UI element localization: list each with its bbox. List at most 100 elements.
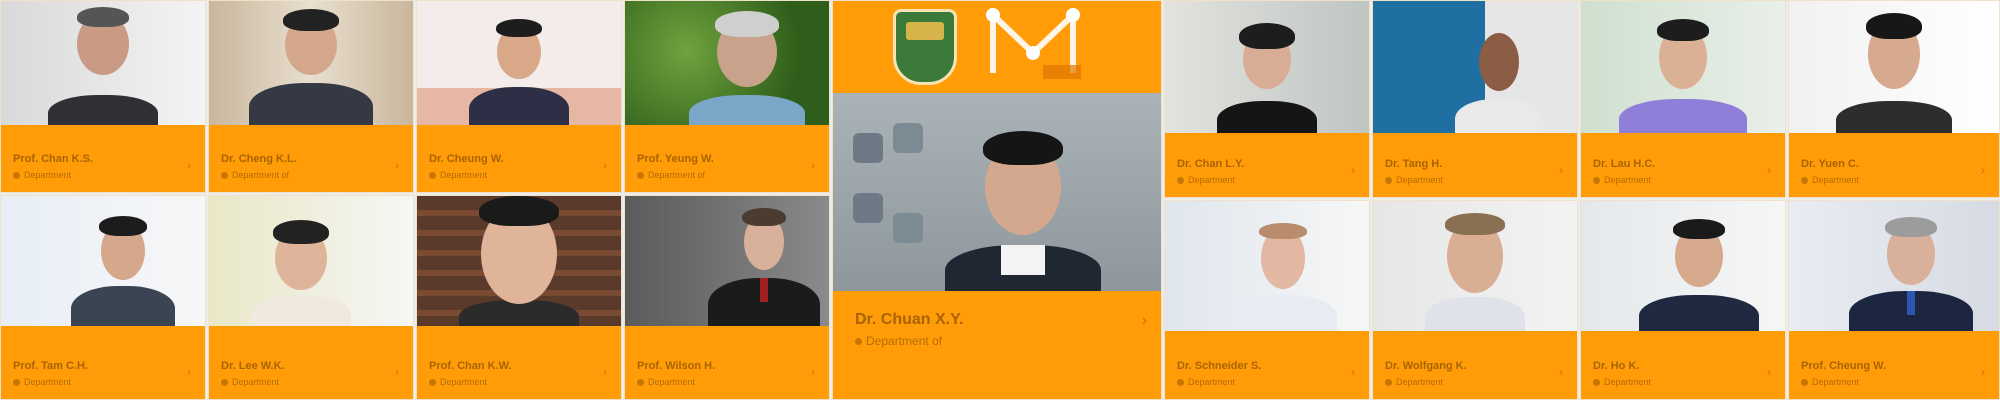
- faculty-department: Department: [1177, 174, 1357, 187]
- card-info: Prof. Tam C.H. Department ›: [1, 349, 205, 399]
- chevron-right-icon: ›: [1141, 312, 1147, 329]
- faculty-photo: [1, 196, 205, 326]
- location-icon: [429, 379, 436, 387]
- chevron-right-icon: ›: [1351, 365, 1355, 379]
- location-icon: [637, 172, 644, 180]
- chevron-right-icon: ›: [1981, 163, 1985, 177]
- chevron-right-icon: ›: [395, 158, 399, 172]
- card-info: Dr. Lau H.C. Department ›: [1581, 147, 1785, 197]
- faculty-department: Department: [429, 169, 609, 182]
- featured-faculty-card[interactable]: Dr. Chuan X.Y. Department of ›: [832, 0, 1162, 400]
- faculty-card[interactable]: Prof. Cheung W. Department ›: [1788, 200, 2000, 400]
- faculty-card[interactable]: Dr. Ho K. Department ›: [1580, 200, 1786, 400]
- location-icon: [1385, 379, 1392, 387]
- card-info: Prof. Chan K.W. Department ›: [417, 349, 621, 399]
- location-icon: [637, 379, 644, 387]
- faculty-department: Department: [1385, 174, 1565, 187]
- faculty-department: Department: [221, 376, 401, 389]
- faculty-card[interactable]: Dr. Chan L.Y. Department ›: [1164, 0, 1370, 198]
- location-icon: [13, 379, 20, 387]
- chevron-right-icon: ›: [187, 158, 191, 172]
- faculty-name: Dr. Chan L.Y.: [1177, 158, 1245, 170]
- faculty-card[interactable]: Prof. Yeung W. Department of ›: [624, 0, 830, 193]
- card-info: Dr. Yuen C. Department ›: [1789, 147, 1999, 197]
- faculty-card[interactable]: Prof. Tam C.H. Department ›: [0, 195, 206, 400]
- faculty-photo: [1373, 201, 1577, 331]
- location-icon: [1177, 177, 1184, 185]
- faculty-card[interactable]: Dr. Lau H.C. Department ›: [1580, 0, 1786, 198]
- faculty-department: Department: [1177, 376, 1357, 389]
- faculty-photo: [625, 196, 829, 326]
- location-icon: [1385, 177, 1392, 185]
- faculty-card[interactable]: Dr. Cheng K.L. Department of ›: [208, 0, 414, 193]
- card-info: Dr. Cheng K.L. Department of ›: [209, 142, 413, 192]
- faculty-name: Dr. Chuan X.Y.: [855, 311, 964, 328]
- location-icon: [1593, 379, 1600, 387]
- chevron-right-icon: ›: [1559, 163, 1563, 177]
- location-icon: [221, 172, 228, 180]
- faculty-card[interactable]: Prof. Wilson H. Department ›: [624, 195, 830, 400]
- faculty-photo: [1373, 1, 1577, 133]
- faculty-photo: [1581, 1, 1785, 133]
- faculty-photo: [1165, 1, 1369, 133]
- chevron-right-icon: ›: [1767, 163, 1771, 177]
- location-icon: [1801, 177, 1808, 185]
- faculty-photo: [417, 1, 621, 125]
- faculty-department: Department of: [855, 333, 1139, 349]
- faculty-photo: [625, 1, 829, 125]
- location-icon: [1177, 379, 1184, 387]
- faculty-department: Department: [1801, 174, 1987, 187]
- faculty-department: Department: [13, 376, 193, 389]
- faculty-name: Dr. Lee W.K.: [221, 360, 285, 372]
- faculty-card[interactable]: Prof. Chan K.W. Department ›: [416, 195, 622, 400]
- faculty-name: Dr. Wolfgang K.: [1385, 360, 1467, 372]
- faculty-name: Dr. Cheng K.L.: [221, 153, 297, 165]
- card-info: Dr. Tang H. Department ›: [1373, 147, 1577, 197]
- chevron-right-icon: ›: [1767, 365, 1771, 379]
- card-info: Dr. Chuan X.Y. Department of ›: [833, 292, 1161, 399]
- location-icon: [1801, 379, 1808, 387]
- location-icon: [13, 172, 20, 180]
- faculty-card[interactable]: Dr. Schneider S. Department ›: [1164, 200, 1370, 400]
- faculty-name: Prof. Cheung W.: [1801, 360, 1886, 372]
- location-icon: [855, 338, 862, 346]
- card-info: Dr. Lee W.K. Department ›: [209, 349, 413, 399]
- faculty-photo: [1, 1, 205, 125]
- faculty-name: Dr. Lau H.C.: [1593, 158, 1656, 170]
- faculty-photo: [209, 196, 413, 326]
- faculty-photo: [1789, 1, 1999, 133]
- faculty-card[interactable]: Dr. Lee W.K. Department ›: [208, 195, 414, 400]
- card-info: Prof. Yeung W. Department of ›: [625, 142, 829, 192]
- faculty-photo: [417, 196, 621, 326]
- chevron-right-icon: ›: [1351, 163, 1355, 177]
- faculty-photo: [1789, 201, 1999, 331]
- chevron-right-icon: ›: [603, 365, 607, 379]
- faculty-department: Department of: [637, 169, 817, 182]
- faculty-name: Prof. Yeung W.: [637, 153, 714, 165]
- faculty-department: Department: [637, 376, 817, 389]
- faculty-card[interactable]: Dr. Tang H. Department ›: [1372, 0, 1578, 198]
- faculty-photo: [1581, 201, 1785, 331]
- faculty-department: Department of: [221, 169, 401, 182]
- faculty-department: Department: [13, 169, 193, 182]
- faculty-department: Department: [1385, 376, 1565, 389]
- faculty-card[interactable]: Dr. Cheung W. Department ›: [416, 0, 622, 193]
- chevron-right-icon: ›: [603, 158, 607, 172]
- faculty-photo: [1165, 201, 1369, 331]
- featured-faculty-photo: [833, 93, 1161, 291]
- faculty-name: Prof. Tam C.H.: [13, 360, 88, 372]
- faculty-name: Dr. Tang H.: [1385, 158, 1443, 170]
- faculty-grid: Prof. Chan K.S. Department › Dr. Cheng K…: [0, 0, 2000, 400]
- chevron-right-icon: ›: [811, 365, 815, 379]
- faculty-name: Dr. Ho K.: [1593, 360, 1640, 372]
- faculty-card[interactable]: Dr. Wolfgang K. Department ›: [1372, 200, 1578, 400]
- location-icon: [1593, 177, 1600, 185]
- location-icon: [221, 379, 228, 387]
- card-info: Dr. Schneider S. Department ›: [1165, 349, 1369, 399]
- faculty-card[interactable]: Prof. Chan K.S. Department ›: [0, 0, 206, 193]
- chevron-right-icon: ›: [1559, 365, 1563, 379]
- chevron-right-icon: ›: [1981, 365, 1985, 379]
- faculty-card[interactable]: Dr. Yuen C. Department ›: [1788, 0, 2000, 198]
- card-info: Dr. Chan L.Y. Department ›: [1165, 147, 1369, 197]
- faculty-department: Department: [1593, 174, 1773, 187]
